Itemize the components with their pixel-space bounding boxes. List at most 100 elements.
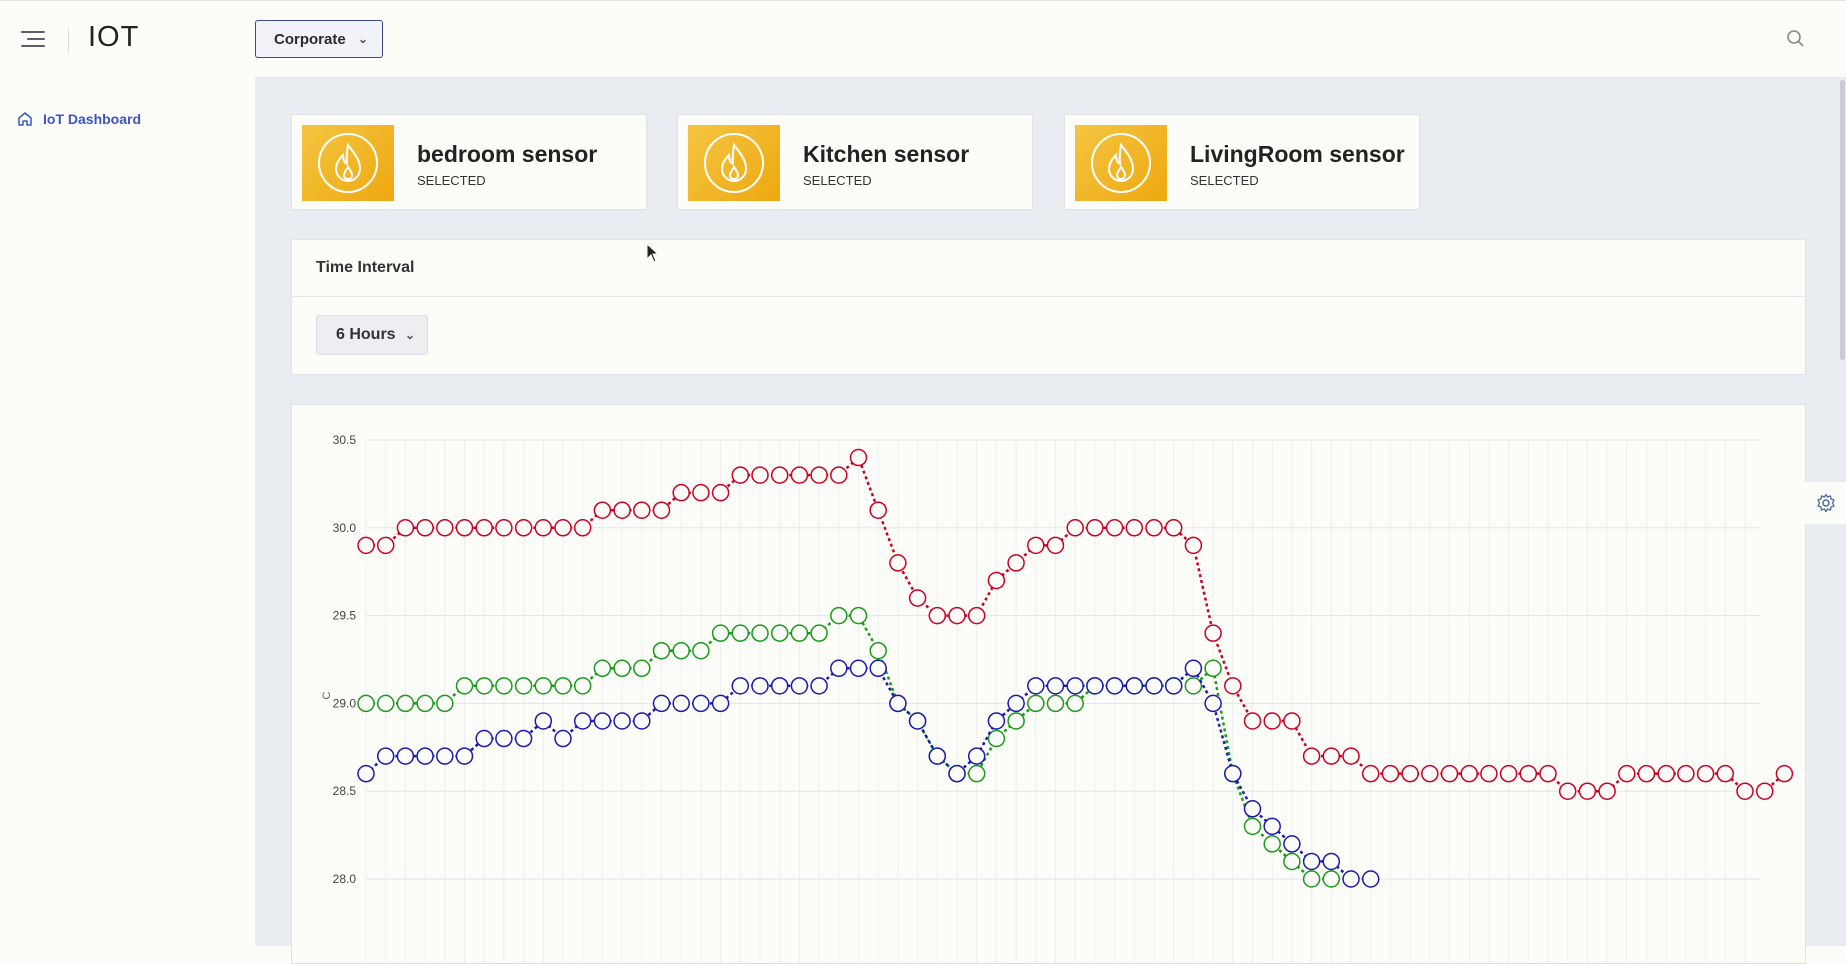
series-point-1: [534, 677, 553, 695]
series-point-1: [495, 677, 513, 695]
time-interval-value: 6 Hours: [336, 326, 396, 343]
series-point-1: [1302, 870, 1321, 888]
series-point-1: [475, 677, 493, 695]
time-interval-title: Time Interval: [292, 240, 1805, 297]
series-point-0: [1263, 712, 1281, 730]
sensor-status: SELECTED: [803, 173, 872, 188]
y-tick-label: 30.5: [333, 433, 357, 447]
series-point-0: [1381, 764, 1400, 783]
series-point-0: [1775, 764, 1794, 783]
search-icon[interactable]: [1786, 29, 1806, 49]
series-point-1: [711, 624, 730, 642]
sensor-card-livingroom[interactable]: LivingRoom sensor SELECTED: [1064, 114, 1420, 210]
hamburger-icon[interactable]: [21, 31, 45, 49]
series-point-2: [751, 677, 769, 695]
series-point-0: [692, 483, 710, 502]
series-point-1: [692, 641, 710, 660]
organization-select[interactable]: Corporate ⌄: [255, 20, 383, 58]
series-point-2: [889, 694, 907, 713]
y-tick-label: 29.0: [333, 696, 357, 710]
series-point-2: [396, 747, 415, 765]
home-icon: [18, 112, 32, 126]
series-point-2: [593, 712, 612, 730]
series-point-1: [376, 694, 395, 713]
series-point-0: [1460, 764, 1478, 783]
series-point-2: [948, 764, 966, 783]
sensor-card-kitchen[interactable]: Kitchen sensor SELECTED: [677, 114, 1033, 210]
temperature-chart: 30.5 30.0 29.5 29.0 28.5 28.0 C: [321, 433, 1794, 963]
series-point-1: [652, 641, 671, 660]
settings-tab[interactable]: [1805, 482, 1846, 524]
series-point-0: [652, 501, 671, 519]
series-point-1: [514, 677, 533, 695]
sensor-card-bedroom[interactable]: bedroom sensor SELECTED: [291, 114, 647, 210]
series-point-0: [1007, 554, 1025, 572]
y-tick-label: 30.0: [333, 521, 357, 535]
series-point-1: [830, 606, 848, 625]
series-point-0: [889, 554, 907, 572]
series-point-1: [593, 659, 612, 678]
fire-icon: [688, 125, 780, 201]
series-point-0: [967, 606, 986, 625]
series-point-0: [416, 519, 434, 537]
brand-divider: [68, 29, 69, 53]
series-point-0: [1480, 764, 1498, 783]
series-point-2: [376, 747, 395, 765]
series-point-1: [1184, 677, 1203, 695]
series-point-0: [1677, 764, 1695, 783]
series-point-2: [928, 747, 947, 765]
series-point-0: [1224, 677, 1242, 695]
series-point-1: [1027, 694, 1045, 713]
series-point-0: [751, 466, 769, 484]
main-content: bedroom sensor SELECTED Kitchen sensor S…: [255, 77, 1846, 964]
series-point-2: [1342, 870, 1360, 888]
y-tick-label: 28.5: [333, 784, 357, 798]
mouse-cursor-icon: [646, 243, 660, 263]
series-point-1: [1283, 852, 1301, 871]
series-point-0: [1145, 519, 1163, 537]
series-point-2: [613, 712, 631, 730]
series-point-2: [534, 712, 553, 730]
series-point-0: [1755, 782, 1774, 800]
series-point-0: [1519, 764, 1538, 783]
series-point-0: [573, 519, 592, 537]
sidebar-item-iot-dashboard[interactable]: IoT Dashboard: [17, 111, 141, 127]
series-point-2: [495, 729, 513, 748]
series-point-0: [908, 589, 927, 607]
series-point-2: [908, 712, 927, 730]
series-point-0: [1499, 764, 1518, 783]
series-point-2: [455, 747, 474, 765]
series-line-1: [366, 614, 1332, 881]
series-point-2: [967, 747, 986, 765]
series-point-1: [1243, 817, 1262, 836]
series-point-2: [1164, 677, 1183, 695]
series-point-2: [790, 677, 809, 695]
series-point-0: [1539, 764, 1557, 783]
series-point-0: [1184, 536, 1203, 555]
series-point-2: [1283, 835, 1301, 853]
series-point-2: [633, 712, 651, 730]
y-tick-label: 29.5: [333, 609, 357, 623]
series-point-1: [1204, 659, 1222, 678]
gear-icon: [1816, 493, 1835, 513]
series-point-0: [1657, 764, 1675, 783]
series-point-0: [1164, 519, 1183, 537]
series-point-0: [475, 519, 493, 537]
time-interval-select[interactable]: 6 Hours ⌄: [316, 315, 428, 355]
series-point-0: [1066, 519, 1084, 537]
series-point-0: [1046, 536, 1065, 555]
series-point-1: [1322, 870, 1341, 888]
series-point-0: [1086, 519, 1104, 537]
series-point-1: [849, 606, 868, 625]
series-point-0: [1302, 747, 1321, 765]
series-point-0: [1637, 764, 1656, 783]
scrollbar-thumb[interactable]: [1840, 80, 1845, 360]
series-point-2: [1125, 677, 1144, 695]
series-point-2: [692, 694, 710, 713]
series-point-2: [1204, 694, 1222, 713]
series-point-2: [1066, 677, 1084, 695]
top-bar: IOT Corporate ⌄: [0, 0, 1846, 78]
series-point-0: [1204, 624, 1222, 642]
series-point-0: [1243, 712, 1262, 730]
series-point-2: [1046, 677, 1065, 695]
